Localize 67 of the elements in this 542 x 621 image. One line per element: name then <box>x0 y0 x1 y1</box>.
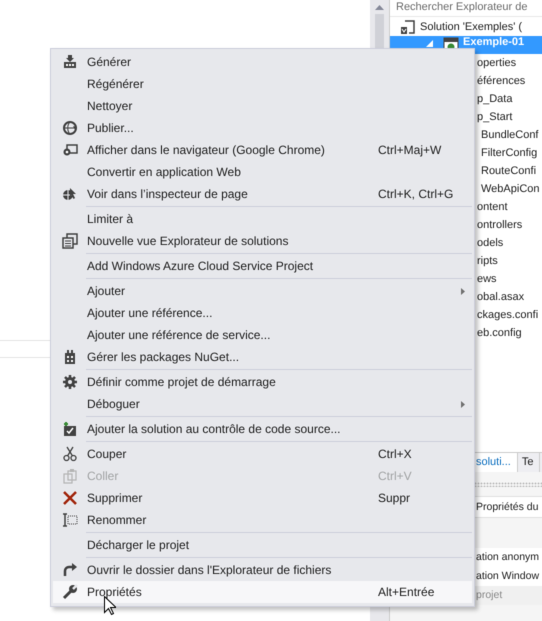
menu-item[interactable]: Générer <box>53 51 472 73</box>
expanded-arrow-icon[interactable] <box>426 40 433 47</box>
shortcut-text: Alt+Entrée <box>378 585 434 599</box>
menu-item[interactable]: Déboguer <box>53 393 472 415</box>
menu-item[interactable]: Nettoyer <box>53 95 472 117</box>
wrench-icon <box>62 584 78 600</box>
package-icon <box>62 349 78 365</box>
globe-icon <box>62 120 78 136</box>
menu-item[interactable]: Définir comme projet de démarrage <box>53 371 472 393</box>
tree-item[interactable]: p_Data <box>476 90 542 108</box>
tree-item[interactable]: Solution 'Exemples' ( <box>390 18 542 36</box>
menu-item[interactable]: Limiter à <box>53 208 472 230</box>
windows-icon <box>62 233 78 249</box>
gear-icon <box>62 374 78 390</box>
tree-item[interactable]: ontent <box>476 198 542 216</box>
menu-item[interactable]: Ajouter la solution au contrôle de code source... <box>53 418 472 440</box>
category-label: projet <box>476 589 502 601</box>
shortcut-text: Ctrl+Maj+W <box>378 143 442 157</box>
menu-item[interactable]: Publier... <box>53 117 472 139</box>
menu-item[interactable]: Propriétés Alt+Entrée <box>53 581 472 603</box>
shortcut-text: Ctrl+V <box>378 469 412 483</box>
menu-item[interactable]: Supprimer Suppr <box>53 487 472 509</box>
rename-icon <box>62 512 78 528</box>
tree-item[interactable]: WebApiCon <box>476 180 542 198</box>
delete-icon <box>62 490 78 506</box>
tree-item[interactable]: ckages.confi <box>476 306 542 324</box>
tree-item[interactable]: operties <box>476 54 542 72</box>
menu-item[interactable]: Ouvrir le dossier dans l'Explorateur de fichiers <box>53 559 472 581</box>
scroll-up-icon[interactable] <box>375 5 384 10</box>
tree-item[interactable]: obal.asax <box>476 288 542 306</box>
tree-item[interactable]: ontrollers <box>476 216 542 234</box>
tree-item[interactable]: eb.config <box>476 324 542 342</box>
browser-icon <box>62 142 78 158</box>
tree-item[interactable]: éférences <box>476 72 542 90</box>
property-name: ation anonym <box>476 551 540 563</box>
inspector-icon <box>62 186 78 202</box>
tree-item[interactable]: ripts <box>476 252 542 270</box>
tree-item[interactable]: ews <box>476 270 542 288</box>
menu-item[interactable]: Ajouter <box>53 280 472 302</box>
menu-item[interactable]: Ajouter une référence... <box>53 302 472 324</box>
shortcut-text: Ctrl+K, Ctrl+G <box>378 187 454 201</box>
menu-item[interactable]: Nouvelle vue Explorateur de solutions <box>53 230 472 252</box>
property-name: ation Window <box>476 570 540 582</box>
shortcut-text: Ctrl+X <box>378 447 412 461</box>
menu-item[interactable]: Voir dans l’inspecteur de page Ctrl+K, Ctrl+G <box>53 183 472 205</box>
menu-item[interactable]: Régénérer <box>53 73 472 95</box>
tree-item[interactable]: p_Start <box>476 108 542 126</box>
menu-item[interactable]: Afficher dans le navigateur (Google Chrome) Ctrl+Maj+W <box>53 139 472 161</box>
tree-item[interactable]: BundleConf <box>476 126 542 144</box>
paste-icon <box>62 468 78 484</box>
menu-item[interactable]: Renommer <box>53 509 472 531</box>
tree-item[interactable]: FilterConfig <box>476 144 542 162</box>
checklist-icon <box>62 421 78 437</box>
build-icon <box>62 54 78 70</box>
tree-item[interactable]: RouteConfi <box>476 162 542 180</box>
tree-item[interactable]: odels <box>476 234 542 252</box>
menu-item[interactable]: Convertir en application Web <box>53 161 472 183</box>
arrow-icon <box>62 562 78 578</box>
menu-item[interactable]: Gérer les packages NuGet... <box>53 346 472 368</box>
menu-item[interactable]: Décharger le projet <box>53 534 472 556</box>
panel-tab[interactable]: Te <box>518 453 540 472</box>
shortcut-text: Suppr <box>378 491 410 505</box>
menu-item[interactable]: Couper Ctrl+X <box>53 443 472 465</box>
search-field[interactable]: Rechercher Explorateur de <box>390 0 542 17</box>
menu-item[interactable]: Add Windows Azure Cloud Service Project <box>53 255 472 277</box>
menu-item[interactable]: Ajouter une référence de service... <box>53 324 472 346</box>
scissors-icon <box>62 446 78 462</box>
